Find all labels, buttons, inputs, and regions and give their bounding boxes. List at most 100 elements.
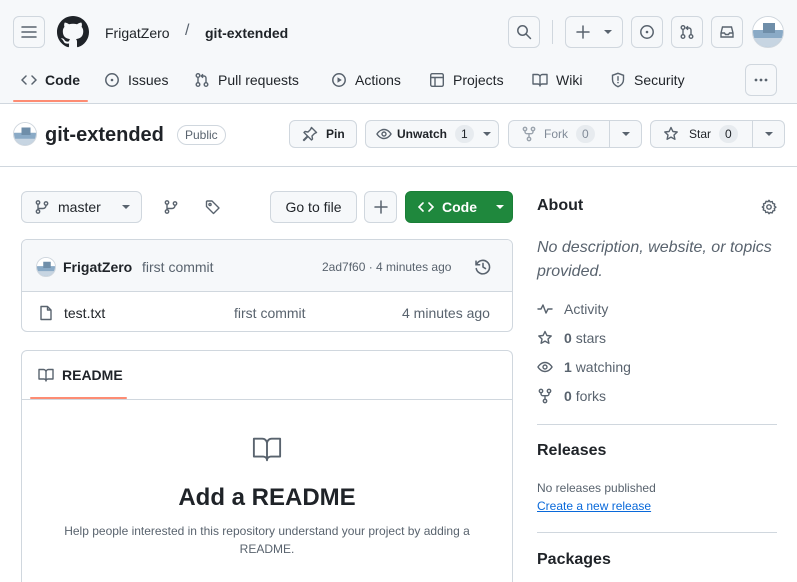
active-tab-underline [13, 100, 88, 102]
app-header: FrigatZero / git-extended Code Issues Pu… [0, 0, 797, 104]
tags-link[interactable] [205, 199, 221, 215]
search-button[interactable] [508, 16, 540, 48]
file-commit-time: 4 minutes ago [402, 305, 490, 321]
repo-forked-icon [521, 126, 537, 142]
file-list: FrigatZero first commit 2ad7f60 · 4 minu… [21, 239, 513, 332]
triangle-down-icon [121, 202, 131, 212]
user-avatar[interactable] [752, 16, 784, 48]
code-button-label: Code [442, 199, 477, 215]
tab-label: Pull requests [218, 72, 299, 88]
star-button[interactable]: Star 0 [650, 120, 753, 148]
commit-author[interactable]: FrigatZero [63, 259, 132, 275]
more-tabs-button[interactable] [745, 64, 777, 96]
tab-readme[interactable]: README [38, 367, 123, 383]
pull-requests-button[interactable] [671, 16, 703, 48]
tab-label: Security [634, 72, 685, 88]
github-logo-icon[interactable] [57, 16, 89, 48]
commit-message[interactable]: first commit [142, 259, 214, 275]
code-dropdown-button[interactable]: Code [405, 191, 513, 223]
create-release-link[interactable]: Create a new release [537, 499, 651, 513]
book-icon [250, 434, 284, 464]
tab-projects[interactable]: Projects [429, 68, 504, 92]
tab-label: Wiki [556, 72, 583, 88]
releases-title[interactable]: Releases [537, 442, 606, 460]
plus-icon [575, 24, 591, 40]
repo-forked-icon [537, 388, 553, 404]
stars-count: 0 [564, 330, 572, 346]
repo-owner-avatar [13, 122, 37, 146]
tab-actions[interactable]: Actions [331, 68, 401, 92]
git-pull-request-icon [679, 24, 695, 40]
unwatch-label: Unwatch [397, 127, 448, 141]
history-icon[interactable] [474, 258, 492, 276]
inbox-button[interactable] [711, 16, 743, 48]
fork-button[interactable]: Fork 0 [508, 120, 610, 148]
watching-link[interactable]: 1 watching [537, 359, 631, 375]
fork-dropdown-button[interactable] [609, 120, 642, 148]
tab-wiki[interactable]: Wiki [532, 68, 582, 92]
search-icon [516, 24, 532, 40]
stars-link[interactable]: 0 stars [537, 330, 606, 346]
unwatch-button[interactable]: Unwatch 1 [365, 120, 499, 148]
fork-label: Fork [544, 127, 568, 141]
go-to-file-label: Go to file [285, 199, 342, 215]
breadcrumb-owner[interactable]: FrigatZero [105, 24, 170, 42]
activity-label: Activity [564, 301, 609, 317]
about-description: No description, website, or topics provi… [537, 239, 772, 280]
star-icon [663, 126, 679, 142]
inbox-icon [719, 24, 735, 40]
pin-button[interactable]: Pin [289, 120, 357, 148]
watching-label: watching [575, 359, 631, 375]
tag-icon [205, 199, 221, 215]
shield-icon [610, 72, 626, 88]
tab-code[interactable]: Code [21, 68, 80, 92]
readme-empty-description: Help people interested in this repositor… [64, 524, 470, 556]
tab-pull-requests[interactable]: Pull requests [194, 68, 299, 92]
book-icon [38, 367, 54, 383]
tab-security[interactable]: Security [610, 68, 685, 92]
star-icon [537, 330, 553, 346]
star-dropdown-button[interactable] [752, 120, 785, 148]
watch-count: 1 [455, 125, 474, 143]
gear-icon[interactable] [761, 199, 777, 215]
activity-link[interactable]: Activity [537, 301, 608, 317]
packages-title[interactable]: Packages [537, 551, 611, 569]
commit-hash-time[interactable]: 2ad7f60 · 4 minutes ago [322, 260, 451, 274]
commit-author-avatar [36, 257, 56, 277]
breadcrumb-repo[interactable]: git-extended [205, 24, 288, 42]
go-to-file-button[interactable]: Go to file [270, 191, 357, 223]
table-row[interactable]: test.txt first commit 4 minutes ago [22, 292, 512, 331]
visibility-badge: Public [177, 125, 226, 145]
git-branch-icon [163, 199, 179, 215]
repo-title[interactable]: git-extended [45, 123, 164, 147]
file-name[interactable]: test.txt [64, 305, 105, 321]
hamburger-icon [21, 24, 37, 40]
create-new-button[interactable] [565, 16, 623, 48]
menu-button[interactable] [13, 16, 45, 48]
code-icon [21, 72, 37, 88]
latest-commit-bar: FrigatZero first commit 2ad7f60 · 4 minu… [22, 240, 512, 292]
readme-tab-underline [30, 397, 127, 399]
fork-count: 0 [576, 125, 595, 143]
tab-label: Issues [128, 72, 169, 88]
git-pull-request-icon [194, 72, 210, 88]
add-file-button[interactable] [364, 191, 397, 223]
triangle-down-icon [764, 129, 774, 139]
issues-button[interactable] [631, 16, 663, 48]
branches-link[interactable] [163, 199, 179, 215]
tab-issues[interactable]: Issues [104, 68, 168, 92]
stars-label: stars [575, 330, 607, 346]
book-icon [532, 72, 548, 88]
readme-panel: README Add a README Help people interest… [21, 350, 513, 582]
header-separator [0, 166, 797, 167]
branch-select-button[interactable]: master [21, 191, 142, 223]
forks-link[interactable]: 0 forks [537, 388, 606, 404]
eye-icon [376, 126, 392, 142]
file-commit-message[interactable]: first commit [234, 305, 306, 321]
kebab-horizontal-icon [753, 72, 769, 88]
issue-opened-icon [639, 24, 655, 40]
sidebar-divider [537, 532, 777, 533]
about-title: About [537, 197, 584, 214]
git-branch-icon [34, 199, 50, 215]
star-count: 0 [719, 125, 738, 143]
